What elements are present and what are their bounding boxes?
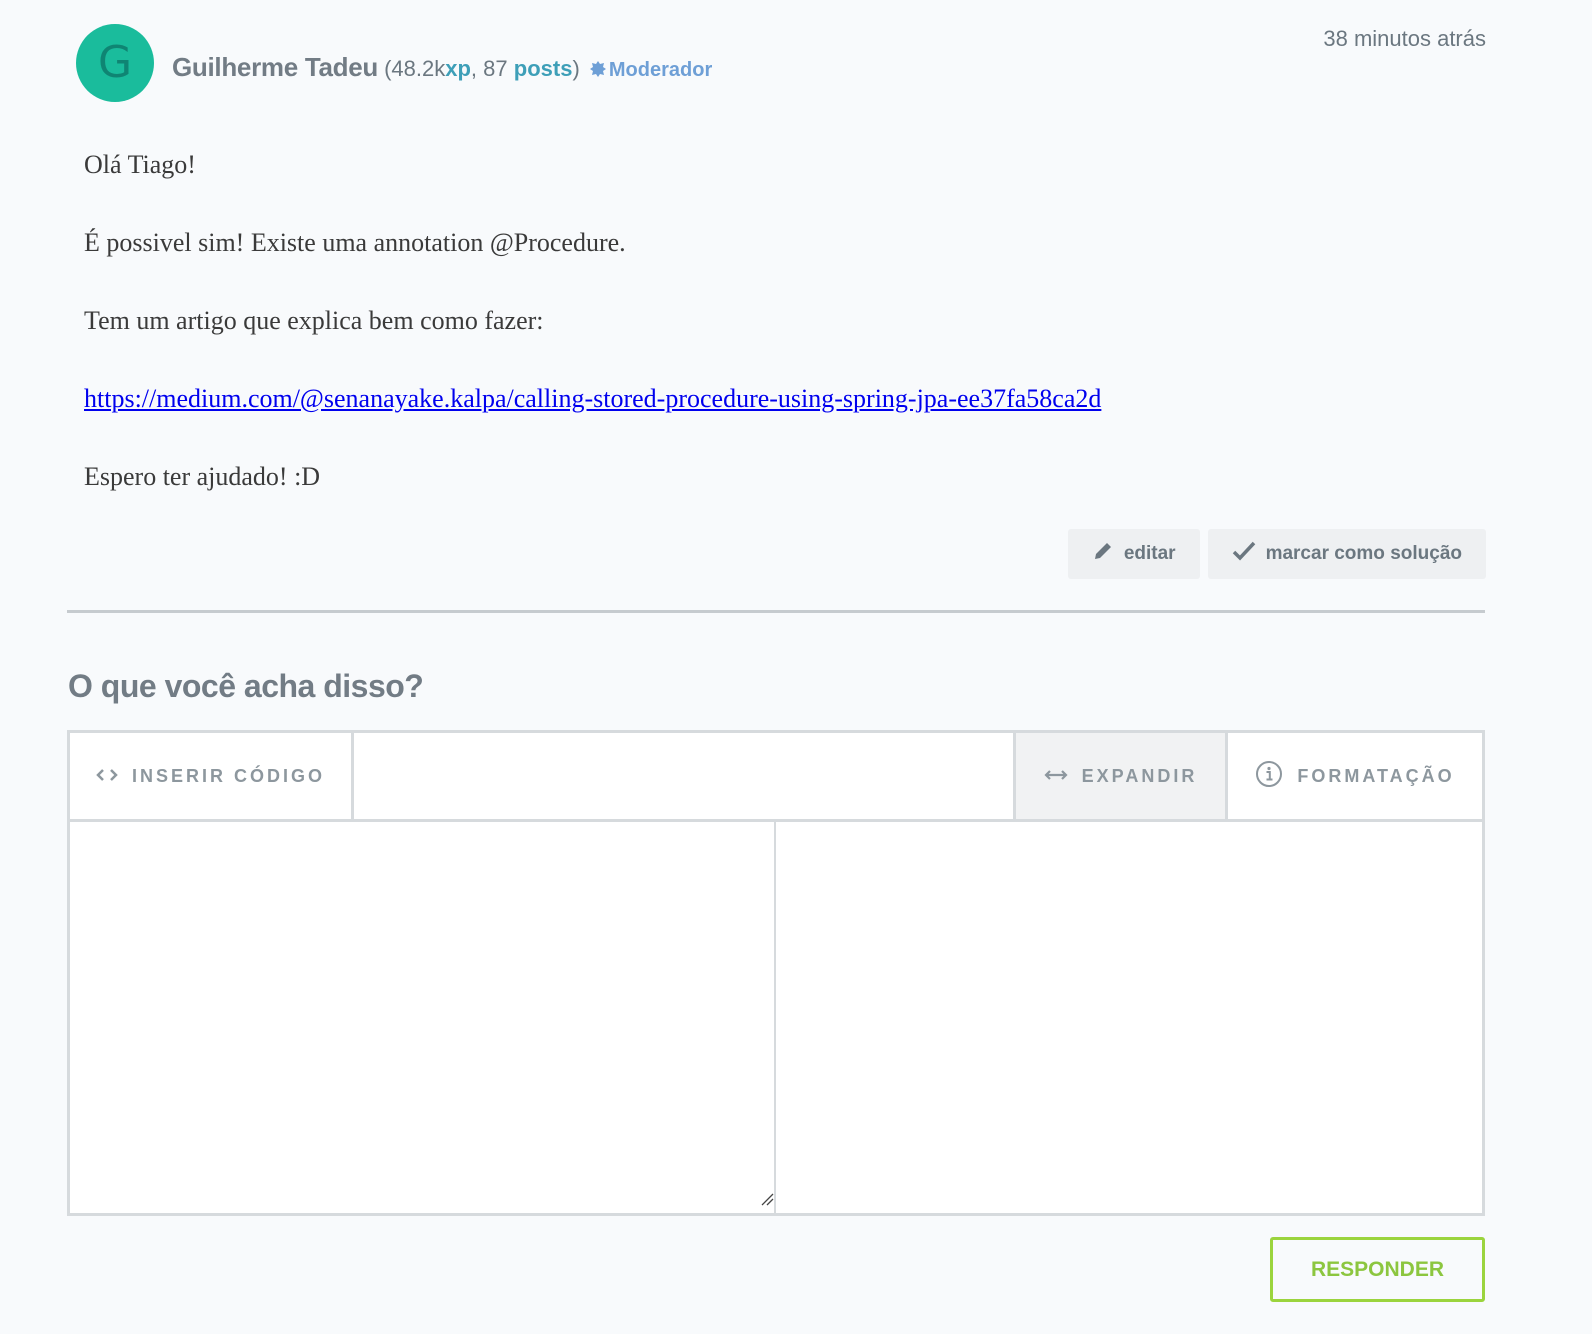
post-timestamp: 38 minutos atrás [1323, 26, 1486, 51]
post-closing: Espero ter ajudado! :D [84, 462, 321, 491]
toolbar-spacer [354, 733, 1016, 819]
info-icon [1255, 760, 1283, 793]
formatting-button[interactable]: FORMATAÇÃO [1228, 733, 1482, 819]
edit-label: editar [1123, 543, 1176, 564]
posts-count: , 87 [470, 56, 508, 81]
insert-code-label: INSERIR CÓDIGO [131, 765, 325, 786]
editor-toolbar: INSERIR CÓDIGO EXPANDIR FORMATAÇÃO [70, 733, 1482, 822]
section-divider [67, 610, 1485, 613]
resize-handle-icon[interactable] [758, 1190, 774, 1211]
reply-heading: O que você acha disso? [68, 668, 424, 704]
post-paragraph: É possivel sim! Existe uma annotation @P… [84, 228, 626, 257]
expand-arrows-icon [1044, 766, 1068, 787]
badge-icon [589, 60, 606, 83]
author-xp-value: (48.2k [384, 56, 446, 81]
article-link[interactable]: https://medium.com/@senanayake.kalpa/cal… [84, 384, 1101, 413]
reply-preview [778, 822, 1482, 1213]
mark-solution-button[interactable]: marcar como solução [1207, 529, 1486, 579]
respond-button[interactable]: RESPONDER [1270, 1237, 1485, 1302]
moderator-badge: Moderador [589, 59, 713, 83]
post-paragraph: Tem um artigo que explica bem como fazer… [84, 306, 544, 335]
pencil-icon [1092, 540, 1114, 568]
code-icon [96, 766, 118, 787]
mark-solution-label: marcar como solução [1265, 543, 1462, 564]
reply-textarea[interactable] [70, 822, 776, 1213]
avatar[interactable]: G [76, 24, 154, 102]
post-actions: editar marcar como solução [1067, 529, 1486, 579]
post-body: Olá Tiago! É possivel sim! Existe uma an… [84, 150, 1484, 540]
moderator-label: Moderador [608, 59, 713, 81]
post-link-paragraph: https://medium.com/@senanayake.kalpa/cal… [84, 384, 1484, 414]
insert-code-button[interactable]: INSERIR CÓDIGO [70, 733, 354, 819]
reply-editor: INSERIR CÓDIGO EXPANDIR FORMATAÇÃO [67, 730, 1485, 1216]
close-paren: ) [572, 56, 580, 81]
formatting-label: FORMATAÇÃO [1297, 765, 1455, 786]
posts-label[interactable]: posts [514, 56, 573, 81]
edit-button[interactable]: editar [1067, 529, 1200, 579]
expand-button[interactable]: EXPANDIR [1016, 733, 1228, 819]
xp-label[interactable]: xp [445, 56, 471, 81]
post-paragraph: Olá Tiago! [84, 150, 196, 179]
author-name[interactable]: Guilherme Tadeu [172, 52, 378, 82]
author-line: Guilherme Tadeu (48.2kxp, 87 posts) Mode… [172, 52, 712, 83]
expand-label: EXPANDIR [1081, 765, 1198, 786]
check-icon [1232, 540, 1256, 568]
